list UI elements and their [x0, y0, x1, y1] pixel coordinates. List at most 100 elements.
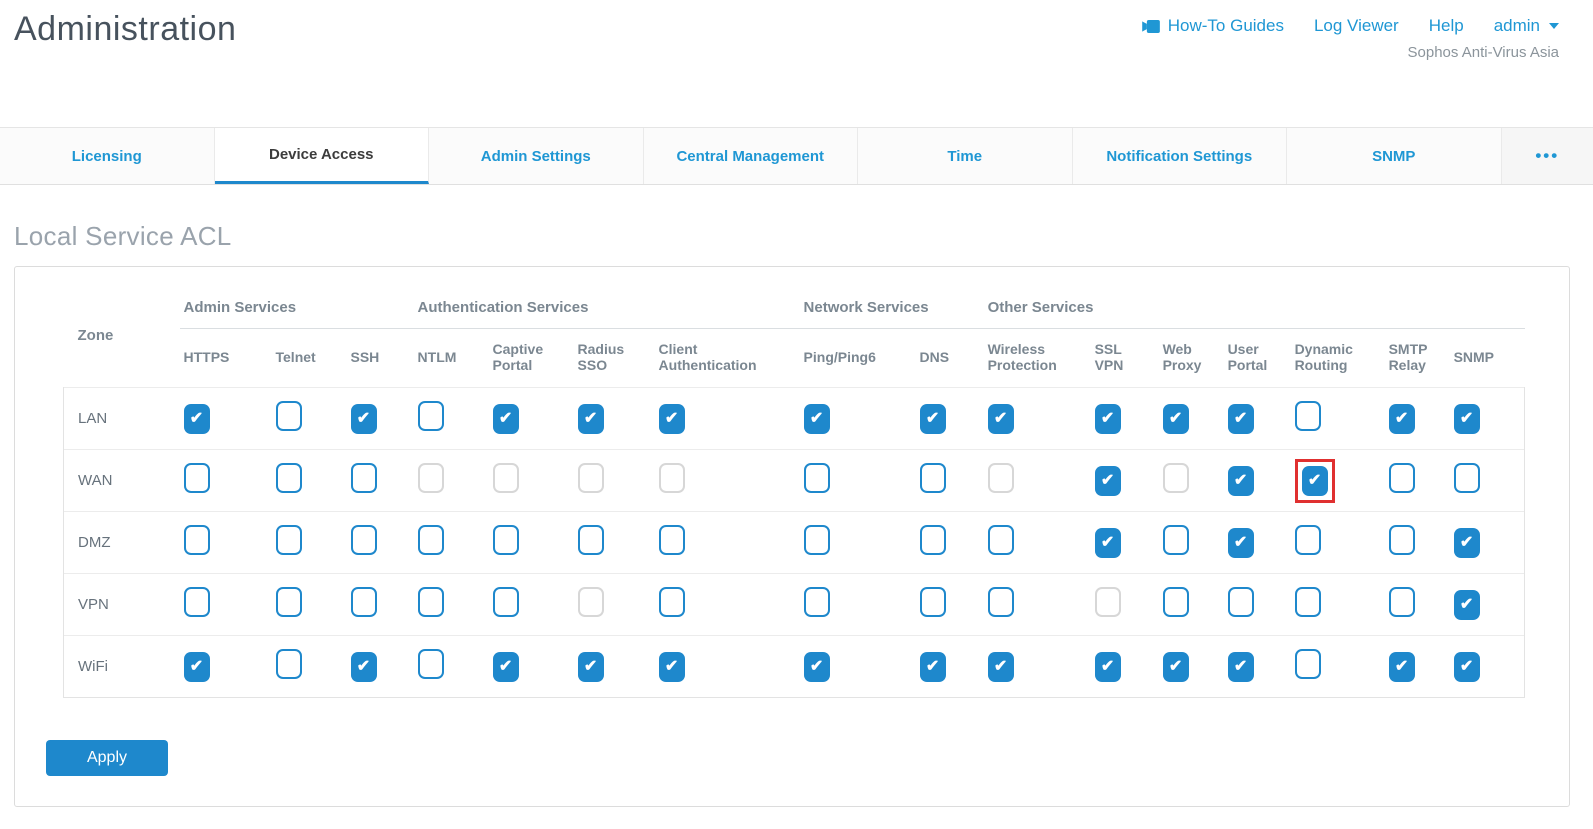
checkbox-wifi-https[interactable] — [184, 652, 210, 682]
checkbox-wifi-wireless-protection[interactable] — [988, 652, 1014, 682]
checkbox-wan-user-portal[interactable] — [1228, 466, 1254, 496]
checkbox-wan-smtp-relay[interactable] — [1389, 463, 1415, 493]
tab-device-access[interactable]: Device Access — [215, 128, 430, 184]
checkbox-dmz-telnet[interactable] — [276, 525, 302, 555]
checkbox-lan-telnet[interactable] — [276, 401, 302, 431]
checkbox-wifi-ssl-vpn[interactable] — [1095, 652, 1121, 682]
checkbox-wifi-smtp-relay[interactable] — [1389, 652, 1415, 682]
checkbox-dmz-ping-ping6[interactable] — [804, 525, 830, 555]
tab-central-management[interactable]: Central Management — [644, 128, 859, 184]
tab-snmp[interactable]: SNMP — [1287, 128, 1502, 184]
checkbox-wifi-ssh[interactable] — [351, 652, 377, 682]
checkbox-wifi-telnet[interactable] — [276, 649, 302, 679]
checkbox-lan-web-proxy[interactable] — [1163, 404, 1189, 434]
checkbox-wifi-dynamic-routing[interactable] — [1295, 649, 1321, 679]
checkbox-lan-wireless-protection[interactable] — [988, 404, 1014, 434]
checkbox-dmz-snmp[interactable] — [1454, 528, 1480, 558]
checkbox-lan-https[interactable] — [184, 404, 210, 434]
checkbox-vpn-ssh[interactable] — [351, 587, 377, 617]
checkbox-vpn-dynamic-routing[interactable] — [1295, 587, 1321, 617]
cell-vpn-web-proxy — [1159, 574, 1224, 636]
checkbox-wifi-ping-ping6[interactable] — [804, 652, 830, 682]
tab-time[interactable]: Time — [858, 128, 1073, 184]
checkbox-dmz-ssl-vpn[interactable] — [1095, 528, 1121, 558]
checkbox-wifi-snmp[interactable] — [1454, 652, 1480, 682]
checkbox-dmz-ntlm[interactable] — [418, 525, 444, 555]
checkbox-wan-ssh[interactable] — [351, 463, 377, 493]
checkbox-lan-user-portal[interactable] — [1228, 404, 1254, 434]
checkbox-dmz-dynamic-routing[interactable] — [1295, 525, 1321, 555]
checkbox-vpn-ping-ping6[interactable] — [804, 587, 830, 617]
checkbox-vpn-web-proxy[interactable] — [1163, 587, 1189, 617]
checkbox-wan-dns[interactable] — [920, 463, 946, 493]
checkbox-wan-radius-sso — [578, 463, 604, 493]
cell-vpn-smtp-relay — [1385, 574, 1450, 636]
checkbox-wifi-ntlm[interactable] — [418, 649, 444, 679]
checkbox-vpn-telnet[interactable] — [276, 587, 302, 617]
checkbox-lan-snmp[interactable] — [1454, 404, 1480, 434]
checkbox-dmz-smtp-relay[interactable] — [1389, 525, 1415, 555]
checkbox-vpn-client-authentication[interactable] — [659, 587, 685, 617]
checkbox-vpn-captive-portal[interactable] — [493, 587, 519, 617]
checkbox-lan-captive-portal[interactable] — [493, 404, 519, 434]
checkbox-wan-snmp[interactable] — [1454, 463, 1480, 493]
checkbox-wan-ssl-vpn[interactable] — [1095, 466, 1121, 496]
checkbox-lan-ssh[interactable] — [351, 404, 377, 434]
column-header-radius-sso: Radius SSO — [574, 329, 655, 388]
checkbox-lan-dns[interactable] — [920, 404, 946, 434]
checkbox-lan-radius-sso[interactable] — [578, 404, 604, 434]
checkbox-dmz-client-authentication[interactable] — [659, 525, 685, 555]
acl-row-wan: WAN — [64, 450, 1525, 512]
checkbox-vpn-ssl-vpn — [1095, 587, 1121, 617]
zone-label-lan: LAN — [64, 388, 180, 450]
checkbox-wifi-radius-sso[interactable] — [578, 652, 604, 682]
checkbox-dmz-ssh[interactable] — [351, 525, 377, 555]
more-tabs-button[interactable]: ••• — [1535, 146, 1559, 166]
checkbox-wifi-user-portal[interactable] — [1228, 652, 1254, 682]
cell-wan-smtp-relay — [1385, 450, 1450, 512]
link-how-to-guides[interactable]: How-To Guides — [1142, 16, 1284, 36]
link-help[interactable]: Help — [1429, 16, 1464, 36]
column-header-smtp-relay: SMTP Relay — [1385, 329, 1450, 388]
checkbox-vpn-user-portal[interactable] — [1228, 587, 1254, 617]
column-header-captive-portal: Captive Portal — [489, 329, 574, 388]
checkbox-lan-dynamic-routing[interactable] — [1295, 401, 1321, 431]
tab-admin-settings[interactable]: Admin Settings — [429, 128, 644, 184]
link-log-viewer[interactable]: Log Viewer — [1314, 16, 1399, 36]
zone-label-vpn: VPN — [64, 574, 180, 636]
checkbox-dmz-radius-sso[interactable] — [578, 525, 604, 555]
apply-button[interactable]: Apply — [46, 740, 168, 776]
checkbox-wan-ping-ping6[interactable] — [804, 463, 830, 493]
checkbox-lan-ntlm[interactable] — [418, 401, 444, 431]
checkbox-vpn-radius-sso — [578, 587, 604, 617]
cell-lan-ssh — [347, 388, 414, 450]
checkbox-vpn-smtp-relay[interactable] — [1389, 587, 1415, 617]
tab-notification-settings[interactable]: Notification Settings — [1073, 128, 1288, 184]
cell-wan-telnet — [272, 450, 347, 512]
checkbox-dmz-wireless-protection[interactable] — [988, 525, 1014, 555]
checkbox-vpn-wireless-protection[interactable] — [988, 587, 1014, 617]
video-camera-icon — [1142, 20, 1161, 33]
checkbox-dmz-captive-portal[interactable] — [493, 525, 519, 555]
checkbox-lan-client-authentication[interactable] — [659, 404, 685, 434]
checkbox-wifi-captive-portal[interactable] — [493, 652, 519, 682]
checkbox-dmz-web-proxy[interactable] — [1163, 525, 1189, 555]
checkbox-vpn-https[interactable] — [184, 587, 210, 617]
checkbox-vpn-dns[interactable] — [920, 587, 946, 617]
checkbox-dmz-dns[interactable] — [920, 525, 946, 555]
checkbox-lan-ping-ping6[interactable] — [804, 404, 830, 434]
checkbox-wifi-client-authentication[interactable] — [659, 652, 685, 682]
checkbox-lan-ssl-vpn[interactable] — [1095, 404, 1121, 434]
checkbox-dmz-user-portal[interactable] — [1228, 528, 1254, 558]
checkbox-wifi-dns[interactable] — [920, 652, 946, 682]
checkbox-wan-telnet[interactable] — [276, 463, 302, 493]
checkbox-wan-https[interactable] — [184, 463, 210, 493]
checkbox-wifi-web-proxy[interactable] — [1163, 652, 1189, 682]
link-admin[interactable]: admin — [1494, 16, 1559, 36]
checkbox-vpn-snmp[interactable] — [1454, 590, 1480, 620]
checkbox-dmz-https[interactable] — [184, 525, 210, 555]
checkbox-lan-smtp-relay[interactable] — [1389, 404, 1415, 434]
checkbox-vpn-ntlm[interactable] — [418, 587, 444, 617]
checkbox-wan-dynamic-routing[interactable] — [1302, 466, 1328, 496]
tab-licensing[interactable]: Licensing — [0, 128, 215, 184]
